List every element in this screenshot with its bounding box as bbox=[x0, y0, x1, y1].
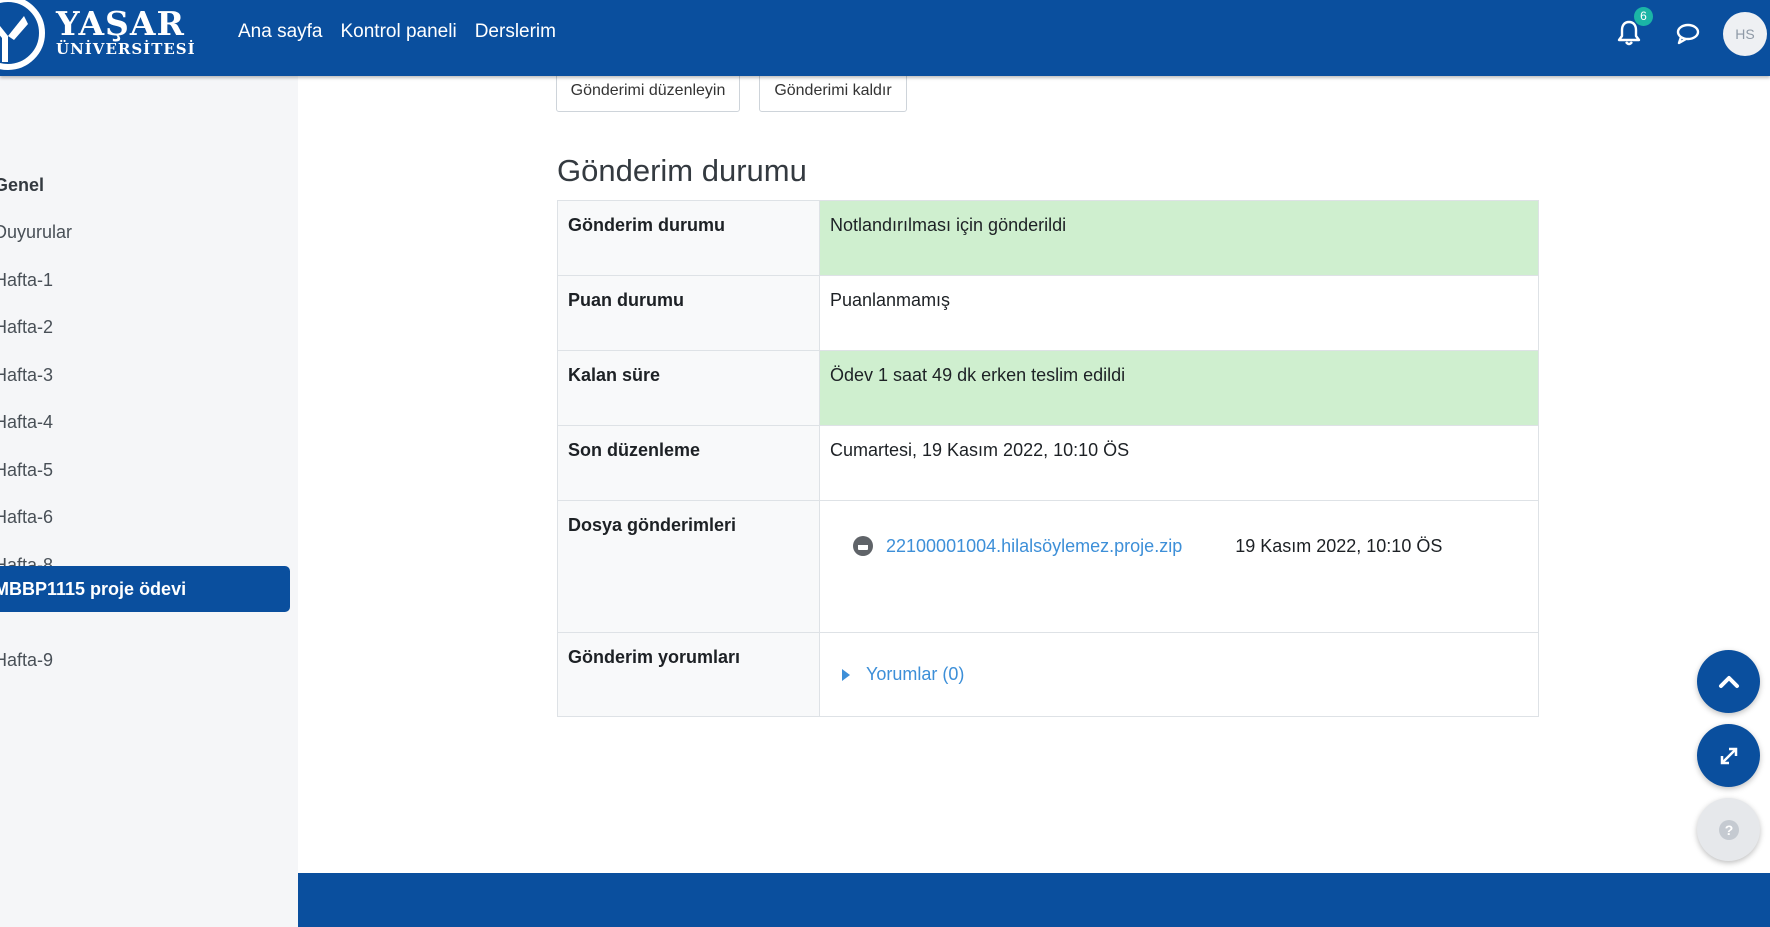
table-row: Dosya gönderimleri 22100001004.hilalsöyl… bbox=[557, 500, 1539, 633]
submission-status-label: Gönderim durumu bbox=[557, 200, 820, 276]
sidebar-item-hafta-1[interactable]: Hafta-1 bbox=[0, 257, 290, 303]
nav-my-courses-link[interactable]: Derslerim bbox=[475, 20, 556, 44]
logo-line1: YAŞAR bbox=[56, 4, 185, 43]
sidebar-item-hafta-4[interactable]: Hafta-4 bbox=[0, 399, 290, 445]
svg-text:?: ? bbox=[1724, 822, 1733, 838]
comments-link[interactable]: Yorumlar (0) bbox=[866, 664, 964, 685]
archive-file-icon bbox=[853, 536, 873, 556]
sidebar-item-duyurular[interactable]: Duyurular bbox=[0, 209, 290, 255]
submitted-file-link[interactable]: 22100001004.hilalsöylemez.proje.zip bbox=[886, 536, 1182, 557]
sidebar-item-hafta-2[interactable]: Hafta-2 bbox=[0, 304, 290, 350]
fullscreen-toggle-button[interactable] bbox=[1697, 724, 1760, 787]
table-row: Son düzenleme Cumartesi, 19 Kasım 2022, … bbox=[557, 425, 1539, 501]
caret-right-icon bbox=[842, 668, 850, 681]
file-submissions-value: 22100001004.hilalsöylemez.proje.zip 19 K… bbox=[819, 500, 1539, 633]
page-title: Gönderim durumu bbox=[557, 152, 807, 188]
table-row: Gönderim durumu Notlandırılması için gön… bbox=[557, 200, 1539, 276]
expand-icon bbox=[1720, 747, 1737, 764]
time-remaining-label: Kalan süre bbox=[557, 350, 820, 426]
page-footer bbox=[298, 873, 1770, 927]
course-index-sidebar: Genel Duyurular Hafta-1 Hafta-2 Hafta-3 … bbox=[0, 76, 298, 927]
sidebar-item-mbbp1115-proje-odevi[interactable]: MBBP1115 proje ödevi bbox=[0, 566, 290, 612]
university-logo-text[interactable]: YAŞAR ÜNİVERSİTESİ bbox=[56, 4, 196, 58]
submission-comments-label: Gönderim yorumları bbox=[557, 632, 820, 717]
last-modified-label: Son düzenleme bbox=[557, 425, 820, 501]
primary-navigation: Ana sayfa Kontrol paneli Derslerim bbox=[238, 20, 556, 44]
university-logo-icon[interactable] bbox=[0, 0, 48, 74]
submission-status-table: Gönderim durumu Notlandırılması için gön… bbox=[557, 200, 1539, 717]
sidebar-item-hafta-9[interactable]: Hafta-9 bbox=[0, 637, 290, 683]
edit-submission-button[interactable]: Gönderimi düzenleyin bbox=[556, 72, 740, 112]
comments-toggle[interactable]: Yorumlar (0) bbox=[830, 647, 1528, 685]
grading-status-value: Puanlanmamış bbox=[819, 275, 1539, 351]
table-row: Puan durumu Puanlanmamış bbox=[557, 275, 1539, 351]
table-row: Kalan süre Ödev 1 saat 49 dk erken tesli… bbox=[557, 350, 1539, 426]
submitted-file-date: 19 Kasım 2022, 10:10 ÖS bbox=[1235, 535, 1443, 556]
help-icon: ? bbox=[1718, 819, 1739, 840]
chevron-up-icon bbox=[1718, 675, 1739, 688]
scroll-to-top-button[interactable] bbox=[1697, 650, 1760, 713]
help-button[interactable]: ? bbox=[1697, 798, 1760, 861]
notification-count-badge: 6 bbox=[1634, 7, 1653, 26]
submission-comments-value: Yorumlar (0) bbox=[819, 632, 1539, 717]
sidebar-item-hafta-6[interactable]: Hafta-6 bbox=[0, 494, 290, 540]
nav-dashboard-link[interactable]: Kontrol paneli bbox=[341, 20, 457, 44]
submission-status-value: Notlandırılması için gönderildi bbox=[819, 200, 1539, 276]
last-modified-value: Cumartesi, 19 Kasım 2022, 10:10 ÖS bbox=[819, 425, 1539, 501]
top-navbar: YAŞAR ÜNİVERSİTESİ Ana sayfa Kontrol pan… bbox=[0, 0, 1770, 76]
nav-home-link[interactable]: Ana sayfa bbox=[238, 20, 323, 44]
file-submissions-label: Dosya gönderimleri bbox=[557, 500, 820, 633]
logo-line2: ÜNİVERSİTESİ bbox=[56, 40, 196, 58]
chat-bubble-icon[interactable] bbox=[1673, 18, 1703, 48]
user-avatar[interactable]: HS bbox=[1723, 12, 1767, 56]
grading-status-label: Puan durumu bbox=[557, 275, 820, 351]
file-entry: 22100001004.hilalsöylemez.proje.zip 19 K… bbox=[830, 515, 1528, 557]
sidebar-item-hafta-3[interactable]: Hafta-3 bbox=[0, 352, 290, 398]
table-row: Gönderim yorumları Yorumlar (0) bbox=[557, 632, 1539, 717]
time-remaining-value: Ödev 1 saat 49 dk erken teslim edildi bbox=[819, 350, 1539, 426]
sidebar-item-genel[interactable]: Genel bbox=[0, 162, 290, 208]
remove-submission-button[interactable]: Gönderimi kaldır bbox=[759, 72, 907, 112]
sidebar-item-hafta-5[interactable]: Hafta-5 bbox=[0, 447, 290, 493]
